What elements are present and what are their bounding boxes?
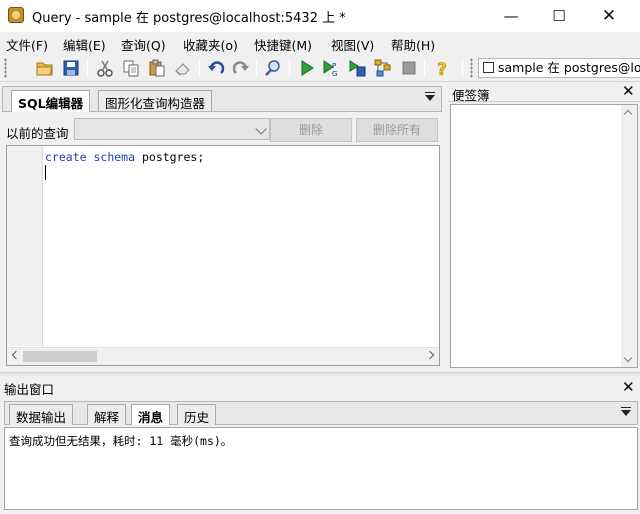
explain-icon[interactable] — [374, 59, 392, 77]
toolbar-separator — [424, 59, 425, 77]
execute-to-file-icon[interactable] — [348, 59, 366, 77]
editor-tab-strip: SQL编辑器 图形化查询构造器 — [2, 86, 442, 112]
menu-favorites[interactable]: 收藏夹(o) — [183, 35, 238, 54]
sql-editor-panel: SQL编辑器 图形化查询构造器 以前的查询 删除 删除所有 create sch… — [2, 86, 442, 370]
tab-sql-editor[interactable]: SQL编辑器 — [11, 90, 91, 112]
scroll-up-icon[interactable] — [623, 109, 633, 119]
execute-icon[interactable] — [298, 59, 316, 77]
tab-data-output[interactable]: 数据输出 — [9, 404, 74, 425]
save-icon[interactable] — [62, 59, 80, 77]
previous-query-label: 以前的查询 — [6, 126, 69, 141]
toolbar-separator — [256, 59, 257, 77]
clear-icon[interactable] — [174, 59, 192, 77]
tab-history[interactable]: 历史 — [177, 404, 217, 425]
scratch-pad-title: 便签簿 — [452, 88, 490, 103]
schema-name: postgres; — [141, 150, 205, 164]
menu-view[interactable]: 视图(V) — [331, 35, 374, 54]
chevron-down-icon — [255, 123, 267, 135]
toolbar-separator — [199, 59, 200, 77]
close-window-button[interactable]: ✕ — [586, 0, 632, 32]
text-caret — [45, 165, 46, 180]
scratch-pad-close-icon[interactable]: ✕ — [622, 83, 635, 99]
scrollbar-thumb[interactable] — [23, 351, 97, 362]
scroll-right-icon[interactable] — [425, 350, 435, 360]
previous-query-select[interactable] — [74, 118, 270, 140]
output-messages-area[interactable]: 查询成功但无结果，耗时: 11 毫秒(ms)。 — [4, 427, 638, 510]
find-icon[interactable] — [264, 59, 282, 77]
horizontal-scrollbar[interactable] — [7, 347, 439, 365]
minimize-button[interactable]: — — [488, 0, 534, 32]
tab-explain[interactable]: 解释 — [87, 404, 127, 425]
toolbar-separator — [87, 59, 88, 77]
menu-help[interactable]: 帮助(H) — [391, 35, 435, 54]
svg-text:?: ? — [437, 60, 447, 77]
panel-splitter[interactable] — [0, 372, 640, 376]
line-number-gutter — [7, 146, 43, 346]
tab-graphical-query-builder[interactable]: 图形化查询构造器 — [98, 90, 213, 111]
open-folder-icon[interactable] — [36, 59, 54, 77]
app-elephant-icon — [8, 7, 24, 23]
redo-icon[interactable] — [232, 59, 250, 77]
keyword-schema: schema — [93, 150, 136, 164]
scroll-left-icon[interactable] — [11, 350, 21, 360]
menu-file[interactable]: 文件(F) — [6, 35, 48, 54]
connection-selector[interactable]: sample 在 postgres@localhost:5432 — [478, 58, 640, 78]
menu-macros[interactable]: 快捷键(M) — [254, 35, 312, 54]
connection-label: sample 在 postgres@localhost:5432 — [498, 60, 640, 75]
help-icon[interactable]: ? — [434, 59, 452, 77]
maximize-button[interactable]: ☐ — [536, 0, 582, 32]
copy-icon[interactable] — [122, 59, 140, 77]
title-bar: Query - sample 在 postgres@localhost:5432… — [0, 0, 640, 32]
tab-messages[interactable]: 消息 — [131, 404, 171, 425]
window-title: Query - sample 在 postgres@localhost:5432… — [32, 11, 346, 26]
paste-icon[interactable] — [148, 59, 166, 77]
toolbar-grip[interactable] — [470, 58, 473, 78]
svg-text:G: G — [332, 70, 337, 77]
sql-code-editor[interactable]: create schema postgres; — [6, 145, 440, 366]
keyword-create: create — [45, 150, 87, 164]
cut-icon[interactable] — [96, 59, 114, 77]
undo-icon[interactable] — [207, 59, 225, 77]
cancel-query-icon[interactable] — [400, 59, 418, 77]
toolbar-separator — [289, 59, 290, 77]
vertical-scrollbar[interactable] — [621, 105, 637, 367]
delete-all-button[interactable]: 删除所有 — [356, 118, 438, 142]
toolbar-separator — [462, 59, 463, 77]
connection-checkbox[interactable] — [483, 62, 494, 73]
previous-query-row: 以前的查询 删除 删除所有 — [2, 116, 442, 142]
toolbar-grip[interactable] — [4, 58, 7, 78]
tab-menu-dropdown-icon[interactable] — [425, 92, 435, 101]
output-close-icon[interactable]: ✕ — [622, 379, 635, 395]
delete-button[interactable]: 删除 — [270, 118, 352, 142]
menu-bar: 文件(F) 编辑(E) 查询(Q) 收藏夹(o) 快捷键(M) 视图(V) 帮助… — [0, 32, 640, 54]
svg-text:P: P — [332, 62, 336, 70]
output-window-header: 输出窗口 ✕ — [0, 378, 640, 397]
output-window-title: 输出窗口 — [4, 382, 55, 397]
output-tab-strip: 数据输出 解释 消息 历史 — [4, 401, 638, 425]
execute-pgscript-icon[interactable]: P G — [322, 59, 340, 77]
output-message: 查询成功但无结果，耗时: 11 毫秒(ms)。 — [9, 434, 233, 448]
code-line: create schema postgres; — [45, 150, 204, 164]
output-tab-menu-icon[interactable] — [621, 407, 631, 416]
toolbar: P G ? sample 在 postgres@localhost:5432 — [0, 54, 640, 82]
scratch-pad-textarea[interactable] — [450, 104, 638, 368]
scroll-down-icon[interactable] — [623, 353, 633, 363]
scratch-pad-header: 便签簿 ✕ — [448, 82, 640, 103]
menu-edit[interactable]: 编辑(E) — [63, 35, 106, 54]
menu-query[interactable]: 查询(Q) — [121, 35, 166, 54]
scratch-pad-panel: 便签簿 ✕ — [448, 82, 640, 370]
